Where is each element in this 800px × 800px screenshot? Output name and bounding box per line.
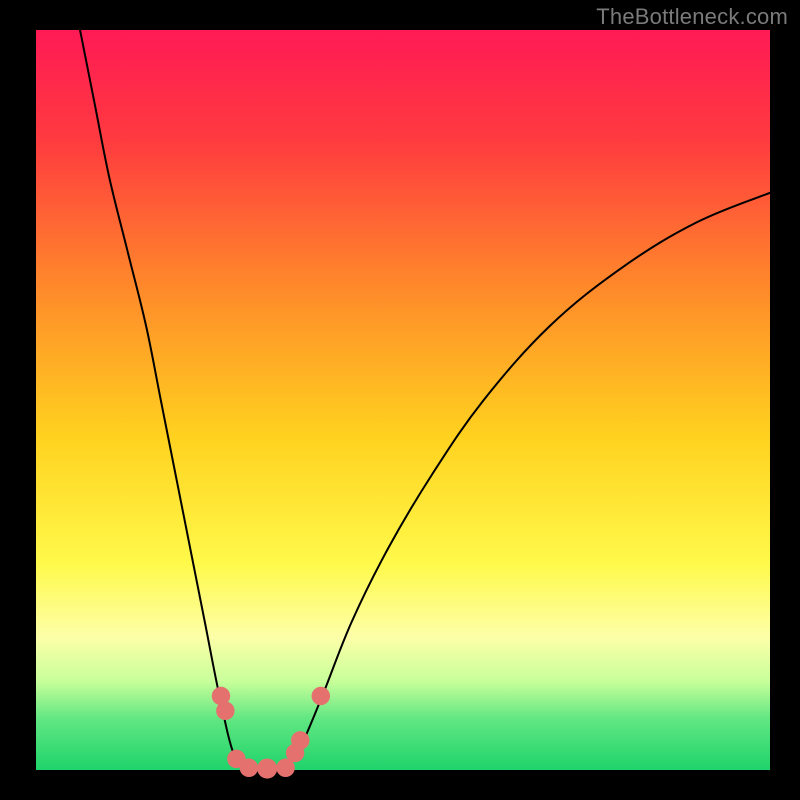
watermark-text: TheBottleneck.com <box>596 4 788 30</box>
marker-point <box>257 758 277 778</box>
marker-point <box>216 702 234 720</box>
bottleneck-chart <box>0 0 800 800</box>
marker-point <box>312 687 330 705</box>
marker-point <box>291 731 309 749</box>
marker-point <box>240 759 258 777</box>
plot-background <box>36 30 770 770</box>
chart-frame: TheBottleneck.com <box>0 0 800 800</box>
